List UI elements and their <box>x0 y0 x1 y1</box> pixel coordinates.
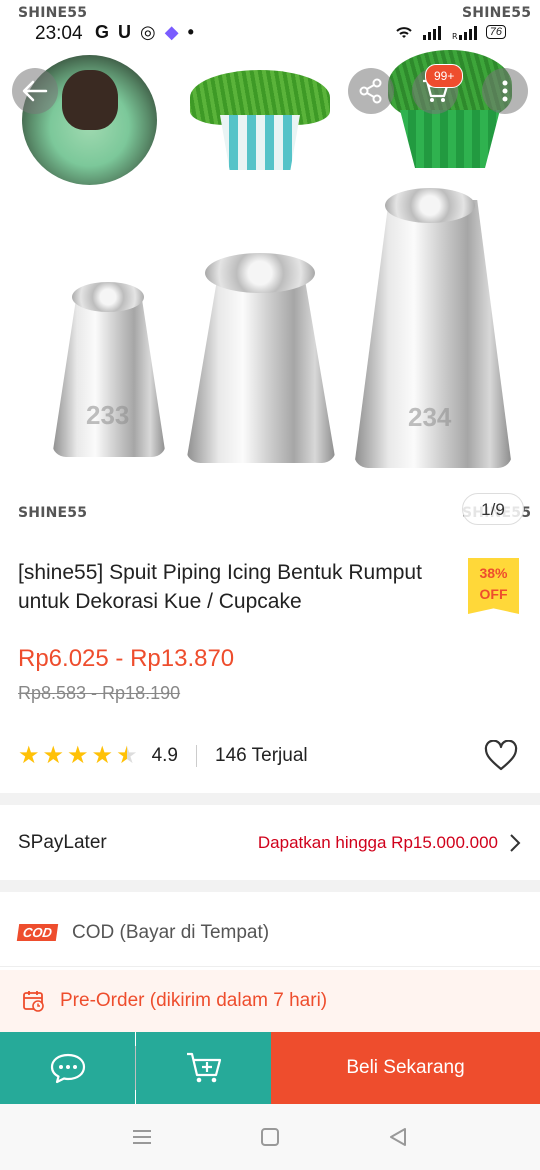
spaylater-label: SPayLater <box>18 832 107 853</box>
spaylater-promo: Dapatkan hingga Rp15.000.000 <box>257 833 498 852</box>
favorite-button[interactable] <box>484 739 518 772</box>
svg-text:R: R <box>452 32 458 40</box>
sold-count: 146 Terjual <box>215 745 308 766</box>
product-title: [shine55] Spuit Piping Icing Bentuk Rump… <box>18 561 422 613</box>
wifi-icon <box>396 27 412 38</box>
half-star-icon: ★ <box>116 742 138 769</box>
status-time: 23:04 <box>35 23 83 44</box>
buy-now-button[interactable]: Beli Sekarang <box>271 1032 540 1104</box>
spaylater-row[interactable]: SPayLater Dapatkan hingga Rp15.000.000 <box>0 818 540 870</box>
product-price: Rp6.025 - Rp13.870 <box>18 645 235 672</box>
bottom-action-bar: Beli Sekarang <box>0 1032 540 1104</box>
rating-row[interactable]: ★ ★ ★ ★ ★ 4.9 146 Terjual <box>18 744 308 768</box>
app-ring-icon: ◎ <box>140 22 156 42</box>
signal-roaming-icon: R <box>452 26 477 40</box>
home-icon[interactable] <box>259 1126 281 1148</box>
system-navigation-bar <box>0 1104 540 1170</box>
add-to-cart-icon <box>186 1052 221 1083</box>
tip-number-large: 234 <box>408 402 452 432</box>
discount-percent: 38% <box>479 565 508 581</box>
bear-figure <box>62 70 118 130</box>
status-notification-icons: G U ◎ ◆ • <box>95 22 194 43</box>
star-icon: ★ <box>91 742 114 769</box>
google-icon: G <box>95 22 110 42</box>
cod-row: COD COD (Bayar di Tempat) <box>0 905 540 967</box>
divider <box>196 745 197 767</box>
rating-stars: ★ ★ ★ ★ ★ <box>18 744 138 768</box>
rating-value: 4.9 <box>151 745 178 766</box>
add-to-cart-button[interactable] <box>136 1032 271 1104</box>
preorder-row: Pre-Order (dikirim dalam 7 hari) <box>0 970 540 1033</box>
preorder-label: Pre-Order (dikirim dalam 7 hari) <box>60 990 328 1011</box>
cod-logo: COD <box>16 924 59 941</box>
app-diamond-icon: ◆ <box>164 22 179 42</box>
battery-indicator: 76 <box>485 25 506 39</box>
discount-off-label: OFF <box>479 586 508 602</box>
status-system-icons: R 76 <box>394 24 506 40</box>
more-dot-icon: • <box>187 22 194 42</box>
more-vertical-icon <box>502 80 508 102</box>
star-icon: ★ <box>42 742 65 769</box>
piping-tip-small <box>52 292 166 457</box>
more-options-button[interactable] <box>482 68 528 114</box>
section-separator <box>0 880 540 892</box>
tip-number-small: 233 <box>86 400 130 430</box>
u-app-icon: U <box>118 22 132 42</box>
cupcake-image-green <box>190 70 330 170</box>
arrow-left-icon <box>22 80 48 102</box>
star-icon: ★ <box>67 742 89 769</box>
back-nav-icon[interactable] <box>387 1126 409 1148</box>
piping-tip-medium <box>186 268 336 463</box>
cod-label: COD (Bayar di Tempat) <box>72 922 270 943</box>
discount-badge: 38% OFF <box>468 558 519 614</box>
back-button[interactable] <box>12 68 58 114</box>
original-price: Rp8.583 - Rp18.190 <box>18 683 181 703</box>
section-separator <box>0 793 540 805</box>
product-image-gallery[interactable]: 233 234 SHINE55 SHINE55 SHINE55 SHINE55 … <box>0 0 540 535</box>
status-bar: 23:04 G U ◎ ◆ • R 76 <box>0 0 540 48</box>
heart-icon <box>484 739 518 771</box>
signal-icon <box>422 26 441 40</box>
chat-icon <box>50 1053 85 1084</box>
calendar-clock-icon <box>23 991 44 1012</box>
share-icon <box>359 78 382 104</box>
chat-button[interactable] <box>0 1032 135 1104</box>
menu-icon[interactable] <box>131 1126 153 1148</box>
chevron-right-icon <box>510 834 521 852</box>
image-counter: 1/9 <box>462 493 524 525</box>
watermark-bottom-left: SHINE55 <box>18 505 88 521</box>
cart-count-badge: 99+ <box>425 64 464 88</box>
share-button[interactable] <box>348 68 394 114</box>
star-icon: ★ <box>18 742 40 769</box>
